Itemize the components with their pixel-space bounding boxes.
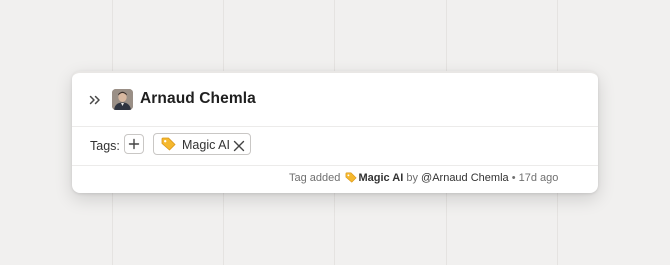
add-tag-button[interactable] [124,134,144,154]
avatar [112,89,133,110]
expand-chevrons-icon[interactable] [88,93,102,107]
activity-log-entry: Tag added Magic AI by @Arnaud Chemla • 1… [289,172,558,186]
record-name: Arnaud Chemla [140,90,256,107]
activity-time: 17d ago [518,172,559,184]
activity-action: Tag added [289,172,341,184]
tag-icon [345,172,358,186]
tags-row: Tags: Magic AI [72,126,598,166]
remove-tag-icon[interactable] [233,139,245,152]
record-header: Arnaud Chemla [72,73,598,127]
record-popover: Arnaud Chemla Tags: Magic AI Tag added M… [72,71,598,193]
tag-chip[interactable]: Magic AI [153,133,251,155]
tag-icon [161,137,176,156]
activity-tag-name: Magic AI [358,172,404,184]
activity-by: by [406,172,418,184]
plus-icon [128,138,140,150]
tags-label: Tags: [90,139,120,153]
activity-separator: • [511,172,516,184]
activity-author[interactable]: @Arnaud Chemla [421,172,509,184]
tag-chip-label: Magic AI [182,138,230,152]
